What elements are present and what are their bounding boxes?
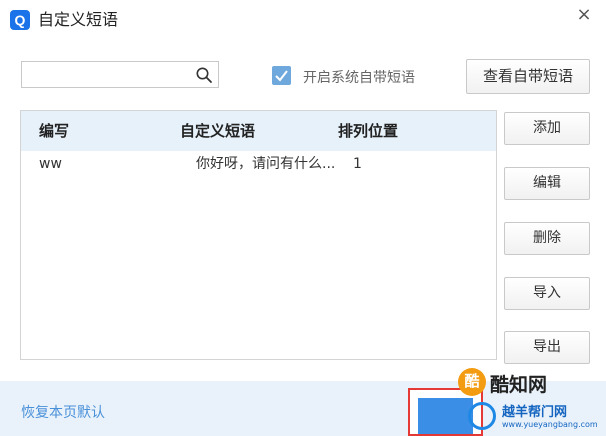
search-input[interactable] [26,65,194,86]
add-button[interactable]: 添加 [504,112,590,145]
export-button[interactable]: 导出 [504,331,590,364]
delete-button[interactable]: 删除 [504,222,590,255]
edit-button[interactable]: 编辑 [504,167,590,200]
table-row[interactable]: ww 你好呀，请问有什么... 1 [21,151,496,177]
cell-phrase: 你好呀，请问有什么... [196,156,336,172]
watermark-badge: 酷 [458,368,486,396]
close-button[interactable]: × [574,5,594,25]
title-bar: Q 自定义短语 × [0,0,606,42]
watermark-brand: 酷知网 [490,374,548,396]
search-icon[interactable] [195,66,213,84]
checkmark-icon [275,70,288,82]
watermark: 酷 酷知网 越羊帮门网 www.yueyangbang.com [458,368,606,436]
view-builtin-phrases-button[interactable]: 查看自带短语 [466,59,590,94]
app-logo-icon: Q [10,10,30,30]
phrase-table: 编写 自定义短语 排列位置 ww 你好呀，请问有什么... 1 [20,110,497,360]
table-header: 编写 自定义短语 排列位置 [21,111,496,151]
watermark-logo-icon [468,402,496,430]
cell-position: 1 [353,156,362,172]
watermark-url: www.yueyangbang.com [502,420,598,429]
column-header-abbr[interactable]: 编写 [39,121,69,141]
watermark-site: 越羊帮门网 [502,405,568,420]
system-phrases-checkbox[interactable] [272,66,291,85]
import-button[interactable]: 导入 [504,277,590,310]
system-phrases-label: 开启系统自带短语 [303,70,415,86]
column-header-phrase[interactable]: 自定义短语 [180,121,255,141]
cell-abbr: ww [39,156,62,172]
window-title: 自定义短语 [38,10,119,29]
column-header-position[interactable]: 排列位置 [338,121,398,141]
restore-default-link[interactable]: 恢复本页默认 [21,402,105,422]
search-field[interactable] [21,61,219,88]
